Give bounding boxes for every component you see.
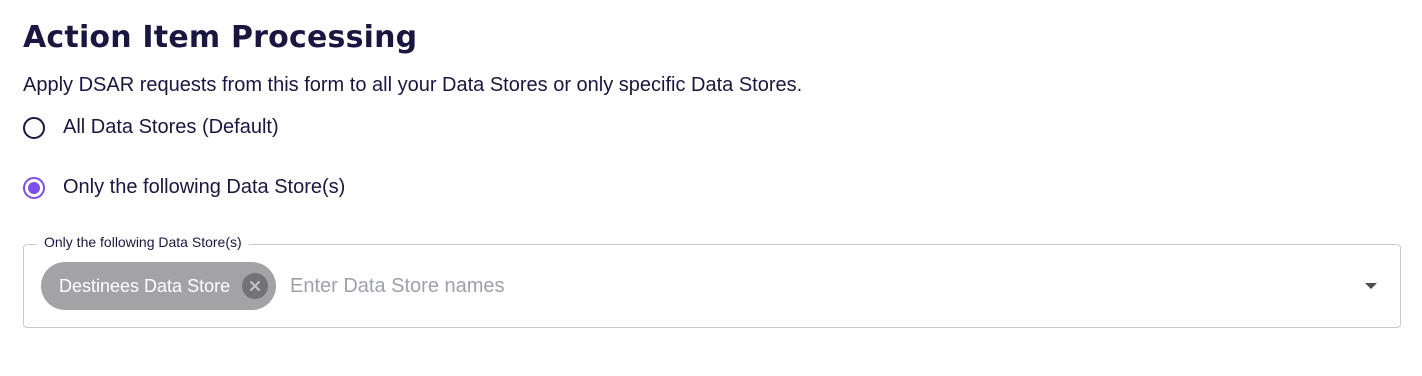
radio-button-unchecked[interactable]: [23, 116, 45, 139]
field-legend: Only the following Data Store(s): [37, 234, 249, 250]
section-title: Action Item Processing: [23, 20, 418, 55]
action-item-processing-section: Action Item Processing Apply DSAR reques…: [0, 0, 1422, 376]
data-store-search-input[interactable]: [290, 271, 1340, 301]
radio-button-checked[interactable]: [23, 176, 45, 199]
data-store-chip: Destinees Data Store: [41, 262, 277, 310]
data-store-select-field[interactable]: Only the following Data Store(s) Destine…: [23, 234, 1401, 328]
radio-label-following-data-stores: Only the following Data Store(s): [63, 176, 346, 198]
radio-all-data-stores[interactable]: All Data Stores (Default): [23, 116, 279, 139]
section-description: Apply DSAR requests from this form to al…: [23, 74, 803, 96]
close-circle-icon[interactable]: [242, 273, 269, 299]
radio-label-all-data-stores: All Data Stores (Default): [63, 116, 279, 138]
radio-selected-dot: [28, 181, 40, 194]
chip-label: Destinees Data Store: [59, 275, 231, 296]
caret-down-icon[interactable]: [1364, 281, 1378, 291]
radio-following-data-stores[interactable]: Only the following Data Store(s): [23, 176, 345, 199]
